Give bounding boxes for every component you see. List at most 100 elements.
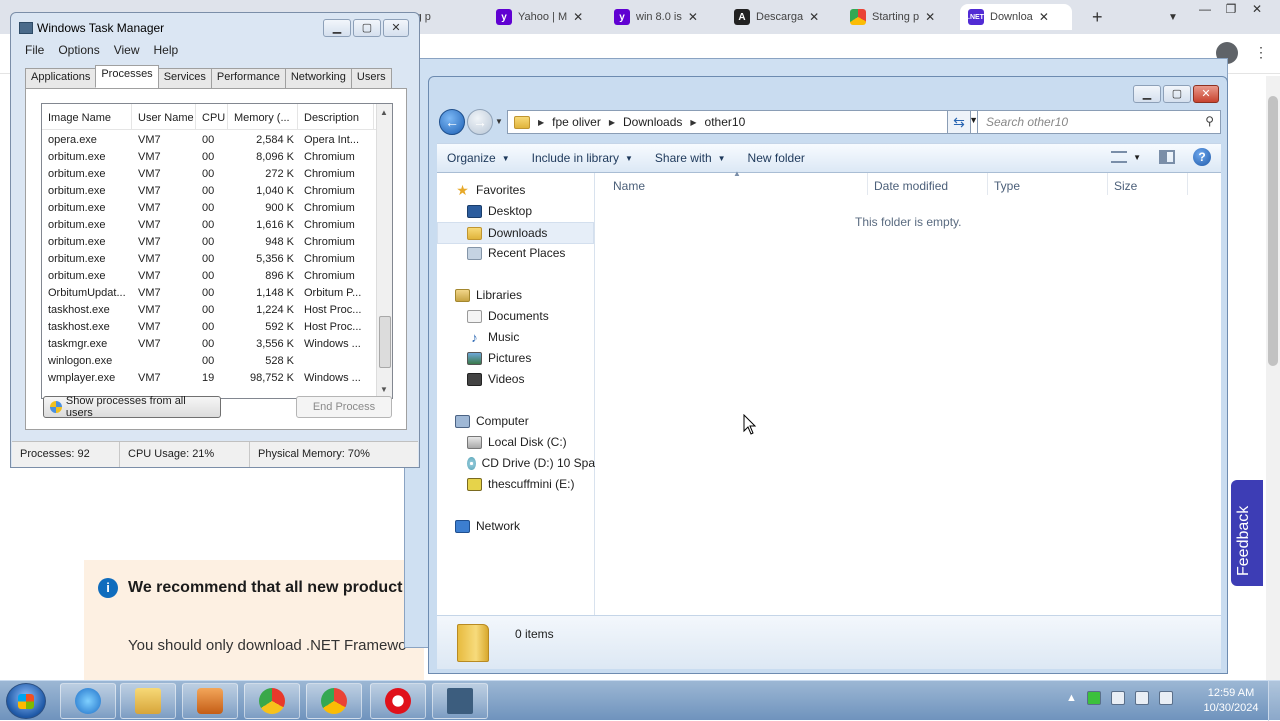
table-row[interactable]: wmplayer.exe VM7 19 98,752 K Windows ... — [42, 370, 378, 387]
browser-tab-2[interactable]: y win 8.0 is ✕ — [606, 4, 720, 30]
column-divider[interactable] — [867, 173, 868, 195]
show-all-processes-button[interactable]: Show processes from all users — [43, 395, 221, 419]
column-divider[interactable] — [1107, 173, 1108, 195]
nav-usb-drive[interactable]: thescuffmini (E:) — [467, 477, 574, 491]
browser-tab-3[interactable]: A Descarga ✕ — [726, 4, 838, 30]
new-tab-button[interactable]: + — [1084, 4, 1108, 30]
nav-network[interactable]: Network — [455, 519, 520, 533]
scroll-thumb[interactable] — [1268, 96, 1278, 366]
forward-button[interactable]: → — [467, 109, 493, 135]
taskbar-orbitum[interactable] — [244, 683, 300, 719]
table-row[interactable]: OrbitumUpdat... VM7 00 1,148 K Orbitum P... — [42, 285, 378, 302]
preview-pane-icon[interactable] — [1159, 150, 1175, 164]
browser-tab-1[interactable]: y Yahoo | M ✕ — [488, 4, 602, 30]
column-cpu[interactable]: CPU — [196, 104, 228, 129]
nav-local-disk[interactable]: Local Disk (C:) — [467, 435, 567, 449]
column-name[interactable]: Name — [613, 173, 645, 195]
tab-processes[interactable]: Processes — [95, 65, 159, 88]
feedback-button[interactable]: Feedback — [1231, 480, 1263, 586]
table-row[interactable]: orbitum.exe VM7 00 896 K Chromium — [42, 268, 378, 285]
taskbar-media-player[interactable] — [182, 683, 238, 719]
close-icon[interactable]: ✕ — [688, 10, 698, 24]
volume-icon[interactable] — [1158, 691, 1173, 705]
help-icon[interactable]: ? — [1193, 148, 1211, 166]
tab-users[interactable]: Users — [350, 68, 392, 88]
browser-tab-5[interactable]: .NET Downloa ✕ — [960, 4, 1072, 30]
menu-view[interactable]: View — [114, 43, 140, 57]
minimize-icon[interactable]: — — [1196, 2, 1214, 16]
column-image-name[interactable]: Image Name — [42, 104, 132, 129]
clock[interactable]: 12:59 AM 10/30/2024 — [1196, 686, 1266, 716]
column-memory[interactable]: Memory (... — [228, 104, 298, 129]
menu-help[interactable]: Help — [154, 43, 179, 57]
share-with-button[interactable]: Share with ▼ — [645, 151, 738, 165]
nav-cd-drive[interactable]: CD Drive (D:) 10 Spa — [467, 456, 595, 470]
taskbar-internet-explorer[interactable] — [60, 683, 116, 719]
nav-libraries[interactable]: Libraries — [455, 288, 522, 302]
new-folder-button[interactable]: New folder — [738, 151, 817, 165]
minimize-button[interactable]: ▁ — [323, 19, 351, 37]
browser-scrollbar[interactable] — [1266, 76, 1280, 680]
close-icon[interactable]: ✕ — [1248, 2, 1266, 16]
table-row[interactable]: orbitum.exe VM7 00 272 K Chromium — [42, 166, 378, 183]
app-tray-icon[interactable] — [1086, 691, 1101, 705]
process-list-scrollbar[interactable]: ▲ ▼ — [376, 104, 392, 398]
column-user-name[interactable]: User Name — [132, 104, 196, 129]
minimize-button[interactable]: ▁ — [1133, 85, 1161, 103]
nav-videos[interactable]: Videos — [467, 372, 524, 386]
taskbar-explorer[interactable] — [120, 683, 176, 719]
restore-icon[interactable]: ❐ — [1222, 2, 1240, 16]
column-date-modified[interactable]: Date modified — [874, 173, 948, 195]
network-tray-icon[interactable] — [1134, 691, 1149, 705]
back-button[interactable]: ← — [439, 109, 465, 135]
column-size[interactable]: Size — [1114, 173, 1137, 195]
nav-computer[interactable]: Computer — [455, 414, 529, 428]
show-desktop-button[interactable] — [1268, 681, 1280, 721]
close-icon[interactable]: ✕ — [809, 10, 819, 24]
nav-desktop[interactable]: Desktop — [467, 204, 532, 218]
nav-recent-places[interactable]: Recent Places — [467, 246, 565, 260]
nav-downloads[interactable]: Downloads — [437, 222, 594, 244]
menu-file[interactable]: File — [25, 43, 44, 57]
browser-tab-4[interactable]: Starting p ✕ — [842, 4, 956, 30]
close-button[interactable]: ✕ — [383, 19, 409, 37]
table-row[interactable]: orbitum.exe VM7 00 948 K Chromium — [42, 234, 378, 251]
search-input[interactable]: Search other10 ⚲ — [977, 110, 1221, 134]
change-view-button[interactable]: ▼ — [1111, 151, 1141, 163]
table-row[interactable]: taskmgr.exe VM7 00 3,556 K Windows ... — [42, 336, 378, 353]
chevron-right-icon[interactable]: ▶ — [609, 118, 615, 127]
column-description[interactable]: Description — [298, 104, 374, 129]
tab-networking[interactable]: Networking — [284, 68, 352, 88]
table-row[interactable]: orbitum.exe VM7 00 900 K Chromium — [42, 200, 378, 217]
maximize-button[interactable]: ▢ — [353, 19, 381, 37]
recent-pages-icon[interactable]: ▼ — [495, 117, 503, 126]
search-icon[interactable]: ⚲ — [1205, 114, 1214, 128]
table-row[interactable]: taskhost.exe VM7 00 592 K Host Proc... — [42, 319, 378, 336]
table-row[interactable]: taskhost.exe VM7 00 1,224 K Host Proc... — [42, 302, 378, 319]
table-row[interactable]: orbitum.exe VM7 00 1,040 K Chromium — [42, 183, 378, 200]
close-icon[interactable]: ✕ — [573, 10, 583, 24]
end-process-button[interactable]: End Process — [296, 396, 392, 418]
include-in-library-button[interactable]: Include in library ▼ — [522, 151, 645, 165]
breadcrumb-item[interactable]: fpe oliver — [552, 115, 601, 129]
scroll-up-icon[interactable]: ▲ — [380, 108, 388, 117]
taskbar-chrome[interactable] — [306, 683, 362, 719]
close-button[interactable]: ✕ — [1193, 85, 1219, 103]
scroll-thumb[interactable] — [379, 316, 391, 368]
column-divider[interactable] — [987, 173, 988, 195]
table-row[interactable]: orbitum.exe VM7 00 8,096 K Chromium — [42, 149, 378, 166]
nav-favorites[interactable]: ★ Favorites — [455, 183, 525, 198]
tab-search-icon[interactable]: ▼ — [1160, 4, 1180, 30]
organize-button[interactable]: Organize ▼ — [437, 151, 522, 165]
start-button[interactable] — [6, 683, 46, 719]
address-bar[interactable]: ▶ fpe oliver ▶ Downloads ▶ other10 ▼ — [507, 110, 983, 134]
table-row[interactable]: winlogon.exe 00 528 K — [42, 353, 378, 370]
table-row[interactable]: opera.exe VM7 00 2,584 K Opera Int... — [42, 132, 378, 149]
breadcrumb-item[interactable]: Downloads — [623, 115, 682, 129]
action-center-icon[interactable] — [1110, 691, 1125, 705]
table-row[interactable]: orbitum.exe VM7 00 5,356 K Chromium — [42, 251, 378, 268]
column-type[interactable]: Type — [994, 173, 1020, 195]
taskbar-task-manager[interactable] — [432, 683, 488, 719]
taskbar-opera[interactable] — [370, 683, 426, 719]
table-row[interactable]: orbitum.exe VM7 00 1,616 K Chromium — [42, 217, 378, 234]
